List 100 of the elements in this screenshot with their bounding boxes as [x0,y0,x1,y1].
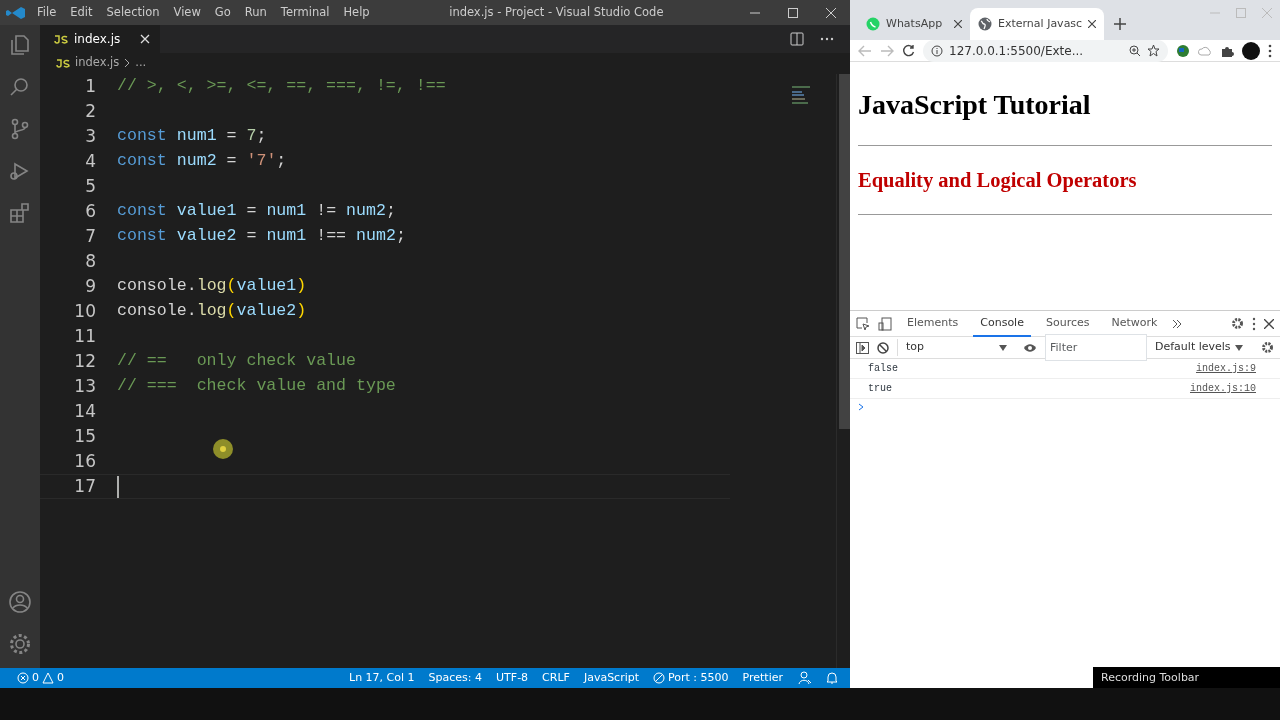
avatar-icon[interactable] [1242,41,1260,60]
code-line: console.log(value2) [117,300,307,323]
close-icon[interactable] [954,20,962,28]
line-number: 15 [73,424,96,448]
menu-item[interactable]: Selection [99,3,167,22]
status-item[interactable]: Ln 17, Col 1 [344,669,420,687]
line-number: 11 [73,324,96,348]
chevron-icon [124,58,131,68]
devtools-tab[interactable]: Elements [900,310,966,337]
devtools-tab[interactable]: Sources [1038,310,1097,337]
browser-tab[interactable]: WhatsApp [858,8,970,40]
tooltip: Recording Toolbar [1093,667,1280,688]
port-icon [653,672,666,684]
status-item[interactable]: CRLF [537,669,575,687]
line-number: 13 [73,374,96,398]
browser-tab[interactable]: External Javasc [970,8,1105,40]
settings-icon[interactable] [8,632,32,656]
sidebar-toggle-icon[interactable] [856,341,869,354]
maximize-icon[interactable] [788,7,798,18]
line-number: 12 [73,349,96,373]
source-link[interactable]: index.js:10 [1190,381,1256,396]
context-dropdown[interactable]: top [897,339,1007,356]
status-item[interactable]: Port : 5500 [648,669,734,687]
close-icon[interactable] [1088,20,1097,28]
source-link[interactable]: index.js:9 [1196,361,1256,376]
new-tab-icon[interactable] [1114,18,1127,30]
settings-icon[interactable] [1231,317,1244,330]
account-icon[interactable] [8,590,32,614]
caret-icon [999,344,1007,351]
text-cursor [117,475,119,498]
line-number: 9 [84,274,96,298]
breadcrumb-item[interactable]: ... [135,54,147,72]
more-icon[interactable] [1252,316,1256,331]
code-line: // >, <, >=, <=, ==, ===, !=, !== [117,75,446,98]
line-number: 16 [73,449,96,473]
code-line: // == only check value [117,350,356,373]
line-number: 1 [84,74,96,98]
window-title: index.js - Project - Visual Studio Code [448,3,665,21]
page-heading: JavaScript Tutorial [858,88,1092,122]
device-icon[interactable] [878,316,892,331]
bell-icon[interactable] [826,671,838,685]
address-bar[interactable]: 127.0.0.1:5500/Exte... [923,39,1168,62]
menu-item[interactable]: Help [336,3,377,22]
menu-item[interactable]: Run [237,3,274,22]
extension-globe-icon[interactable] [1176,43,1190,58]
more-icon[interactable] [1268,43,1272,58]
inspect-icon[interactable] [856,316,870,331]
status-item[interactable]: Prettier [737,669,788,687]
menu-item[interactable]: Edit [63,3,100,22]
reload-icon[interactable] [902,44,915,57]
devtools-tab[interactable]: Network [1104,310,1165,337]
line-number: 6 [84,199,96,223]
info-icon [931,44,943,57]
close-icon[interactable] [1264,318,1274,329]
status-item[interactable]: UTF-8 [491,669,534,687]
levels-dropdown[interactable]: Default levels [1155,339,1243,356]
feedback-icon[interactable] [798,671,812,685]
more-tabs-icon[interactable] [1172,318,1183,329]
prompt-icon [858,403,864,411]
filter-field[interactable]: Filter [1045,334,1147,361]
line-number: 7 [84,224,96,248]
code-line: const value1 = num1 != num2; [117,200,396,223]
line-number: 4 [84,149,96,173]
caret-icon [1234,344,1243,351]
js-file-icon [56,58,70,68]
chat-icon [866,17,880,31]
code-line: // === check value and type [117,375,396,398]
code-line: const num1 = 7; [117,125,267,148]
status-item[interactable]: JavaScript [578,669,645,687]
menu-item[interactable]: Go [207,3,238,22]
js-file-icon [54,34,68,44]
problems-status[interactable]: 0 0 [12,669,69,687]
breadcrumb-item[interactable]: index.js [75,54,120,72]
menu-item[interactable]: Terminal [273,3,337,22]
console-output: false [868,362,898,376]
split-editor-icon[interactable] [790,32,804,46]
clear-icon[interactable] [877,341,889,354]
settings-icon[interactable] [1261,341,1274,354]
line-number: 2 [84,99,96,123]
devtools-tab[interactable]: Console [973,310,1031,337]
zoom-icon [1129,44,1141,57]
editor-tab[interactable]: index.js [40,25,161,53]
menu-item[interactable]: File [30,3,64,22]
status-item[interactable]: Spaces: 4 [423,669,488,687]
code-line: const value2 = num1 !== num2; [117,225,406,248]
extensions-icon[interactable] [8,201,32,225]
page-subheading: Equality and Logical Operators [858,168,1138,194]
eye-icon[interactable] [1023,342,1037,353]
menu-item[interactable]: View [166,3,208,22]
pointer-highlight-icon [212,438,234,460]
error-icon [17,672,29,684]
files-icon[interactable] [8,33,32,57]
warning-icon [42,672,54,684]
console-output: true [868,382,892,396]
code-line: console.log(value1) [117,275,307,298]
line-number: 8 [84,249,96,273]
code-line: const num2 = '7'; [117,150,287,173]
line-number: 5 [84,174,96,198]
line-number: 10 [73,299,96,323]
scrollbar-thumb[interactable] [839,74,850,429]
